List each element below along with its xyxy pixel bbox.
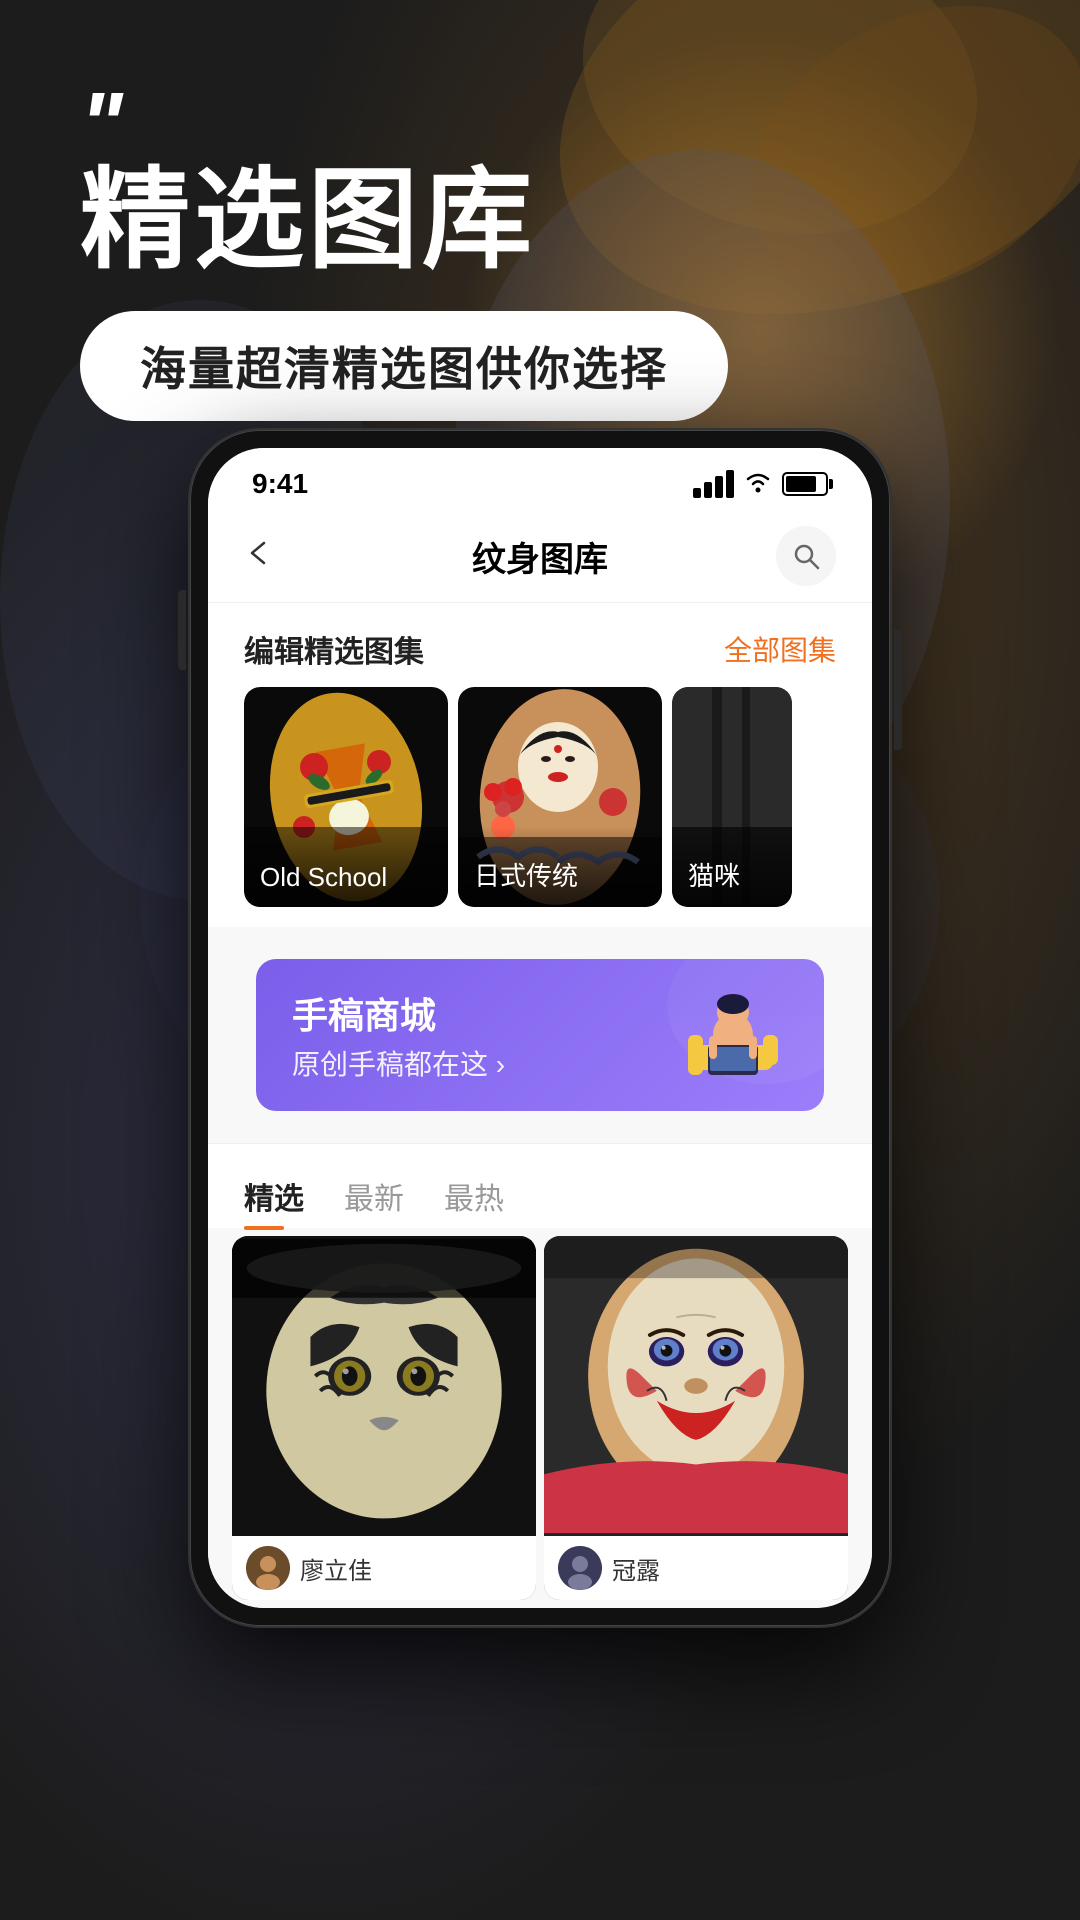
main-title: 精选图库 [80, 160, 728, 281]
gallery-card-japanese[interactable]: 日式传统 [458, 687, 662, 907]
phone-screen: 9:41 [208, 448, 872, 1608]
joker-image [544, 1236, 848, 1536]
image-grid: 廖立佳 [208, 1228, 872, 1608]
card-label-japanese: 日式传统 [458, 826, 662, 907]
status-icons [693, 469, 828, 500]
card-label-cats: 猫咪 [672, 826, 792, 907]
section-header: 编辑精选图集 全部图集 [208, 603, 872, 687]
gallery-card-old-school[interactable]: Old School [244, 687, 448, 907]
quote-marks: " [80, 80, 728, 170]
tiger-image [232, 1236, 536, 1536]
status-time: 9:41 [252, 468, 308, 500]
wifi-icon [744, 469, 772, 500]
nav-title: 纹身图库 [472, 532, 608, 581]
banner-illustration [678, 990, 788, 1080]
section-title: 编辑精选图集 [244, 627, 424, 671]
battery-icon [782, 472, 828, 496]
all-albums-link[interactable]: 全部图集 [724, 629, 836, 669]
header-section: " 精选图库 海量超清精选图供你选择 [80, 80, 728, 421]
back-button[interactable] [244, 535, 304, 577]
tab-hottest[interactable]: 最热 [444, 1164, 504, 1228]
promo-banner[interactable]: 手稿商城 原创手稿都在这 › [256, 959, 824, 1111]
gallery-cards-row: Old School [208, 687, 872, 927]
status-bar: 9:41 [208, 448, 872, 510]
nav-bar: 纹身图库 [208, 510, 872, 603]
user-info-joker: 冠露 [544, 1536, 848, 1600]
user-avatar-1 [246, 1546, 290, 1590]
tab-featured[interactable]: 精选 [244, 1164, 304, 1228]
promo-section: 手稿商城 原创手稿都在这 › [208, 927, 872, 1143]
user-info-tiger: 廖立佳 [232, 1536, 536, 1600]
phone-frame: 9:41 [190, 430, 890, 1626]
user-name-1: 廖立佳 [300, 1551, 372, 1586]
tab-latest[interactable]: 最新 [344, 1164, 404, 1228]
gallery-section: 编辑精选图集 全部图集 [208, 603, 872, 927]
user-avatar-2 [558, 1546, 602, 1590]
subtitle-text: 海量超清精选图供你选择 [140, 343, 668, 395]
phone-container: 9:41 [190, 430, 890, 1626]
card-label-old-school: Old School [244, 832, 448, 907]
search-button[interactable] [776, 526, 836, 586]
user-name-2: 冠露 [612, 1551, 660, 1586]
tab-section: 精选 最新 最热 [208, 1143, 872, 1228]
gallery-card-cats[interactable]: 猫咪 [672, 687, 792, 907]
image-card-tiger[interactable]: 廖立佳 [232, 1236, 536, 1600]
image-card-joker[interactable]: 冠露 [544, 1236, 848, 1600]
signal-icon [693, 470, 734, 498]
subtitle-pill: 海量超清精选图供你选择 [80, 311, 728, 421]
tab-bar: 精选 最新 最热 [208, 1143, 872, 1228]
